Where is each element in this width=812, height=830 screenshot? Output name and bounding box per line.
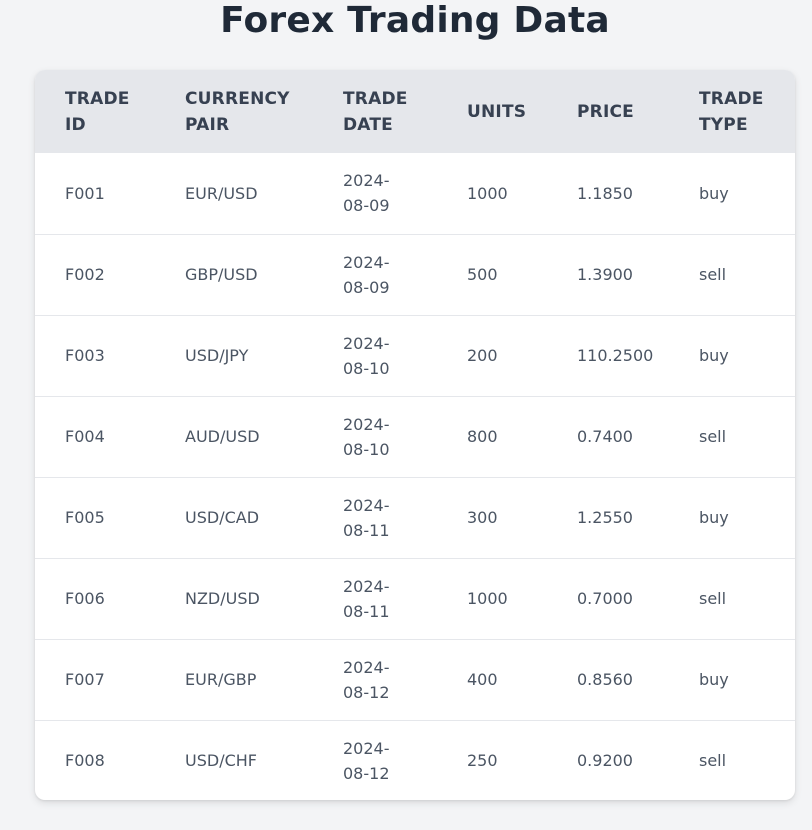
trade-date-month-day: 08-11	[343, 520, 390, 540]
trade-date-month-day: 08-09	[343, 277, 390, 297]
trade-id-cell: F002	[65, 265, 105, 284]
trade-date-year: 2024-	[343, 333, 390, 353]
units-cell: 1000	[467, 589, 508, 608]
trade-date-cell: 2024- 08-12	[313, 720, 437, 800]
column-header-units: Units	[467, 101, 527, 122]
column-header-price: Price	[577, 101, 634, 122]
currency-pair-cell: NZD/USD	[185, 589, 260, 608]
table-row: F006 NZD/USD 2024- 08-11 1000 0.7000 sell	[35, 558, 795, 639]
trade-date-cell: 2024- 08-09	[313, 234, 437, 315]
price-cell: 0.8560	[577, 670, 633, 689]
table-row: F003 USD/JPY 2024- 08-10 200 110.2500 buy	[35, 315, 795, 396]
currency-pair-cell: USD/CAD	[185, 508, 260, 527]
forex-trades-table-card: Trade ID Currency Pair Trade Date Units …	[35, 70, 795, 800]
trade-date-cell: 2024- 08-09	[313, 153, 437, 234]
table-row: F001 EUR/USD 2024- 08-09 1000 1.1850 buy	[35, 153, 795, 234]
trade-type-cell: sell	[699, 427, 727, 446]
column-header-trade-type: Trade Type	[699, 88, 764, 135]
units-cell: 1000	[467, 183, 508, 203]
trade-date-cell: 2024- 08-12	[313, 639, 437, 720]
trade-date-month-day: 08-09	[343, 196, 390, 216]
trade-id-cell: F004	[65, 427, 105, 446]
units-cell: 400	[467, 670, 498, 689]
column-header-trade-id: Trade ID	[65, 88, 130, 135]
currency-pair-cell: USD/JPY	[185, 346, 249, 365]
units-cell: 300	[467, 508, 498, 527]
units-cell: 250	[467, 751, 498, 771]
trade-date-month-day: 08-12	[343, 682, 390, 702]
table-row: F008 USD/CHF 2024- 08-12 250 0.9200 sell	[35, 720, 795, 800]
trade-id-cell: F008	[65, 751, 105, 771]
units-cell: 800	[467, 427, 498, 446]
table-row: F002 GBP/USD 2024- 08-09 500 1.3900 sell	[35, 234, 795, 315]
units-cell: 200	[467, 346, 498, 365]
currency-pair-cell: USD/CHF	[185, 751, 257, 771]
trade-id-cell: F001	[65, 183, 105, 203]
table-header: Trade ID Currency Pair Trade Date Units …	[35, 70, 795, 153]
currency-pair-cell: GBP/USD	[185, 265, 258, 284]
table-body: F001 EUR/USD 2024- 08-09 1000 1.1850 buy …	[35, 153, 795, 800]
trade-date-cell: 2024- 08-11	[313, 558, 437, 639]
trade-id-cell: F005	[65, 508, 105, 527]
page-title: Forex Trading Data	[220, 0, 610, 41]
currency-pair-cell: EUR/USD	[185, 183, 258, 203]
trade-type-cell: buy	[699, 183, 729, 203]
price-cell: 0.7000	[577, 589, 633, 608]
currency-pair-cell: AUD/USD	[185, 427, 260, 446]
trade-type-cell: buy	[699, 346, 729, 365]
price-cell: 1.3900	[577, 265, 633, 284]
trade-date-year: 2024-	[343, 495, 390, 515]
trade-type-cell: buy	[699, 670, 729, 689]
trade-date-cell: 2024- 08-10	[313, 396, 437, 477]
trade-date-cell: 2024- 08-11	[313, 477, 437, 558]
trade-type-cell: sell	[699, 751, 727, 771]
trade-type-cell: sell	[699, 265, 727, 284]
units-cell: 500	[467, 265, 498, 284]
table-row: F007 EUR/GBP 2024- 08-12 400 0.8560 buy	[35, 639, 795, 720]
trade-id-cell: F003	[65, 346, 105, 365]
trade-date-year: 2024-	[343, 252, 390, 272]
trade-date-year: 2024-	[343, 657, 390, 677]
trade-date-month-day: 08-10	[343, 358, 390, 378]
price-cell: 0.7400	[577, 427, 633, 446]
table-row: F004 AUD/USD 2024- 08-10 800 0.7400 sell	[35, 396, 795, 477]
trade-id-cell: F006	[65, 589, 105, 608]
trade-date-month-day: 08-10	[343, 439, 390, 459]
trade-type-cell: buy	[699, 508, 729, 527]
price-cell: 110.2500	[577, 346, 654, 365]
forex-trades-table: Trade ID Currency Pair Trade Date Units …	[35, 70, 795, 800]
column-header-trade-date: Trade Date	[343, 88, 408, 135]
price-cell: 1.1850	[577, 183, 633, 203]
trade-date-month-day: 08-11	[343, 601, 390, 621]
table-header-row: Trade ID Currency Pair Trade Date Units …	[35, 70, 795, 153]
currency-pair-cell: EUR/GBP	[185, 670, 257, 689]
price-cell: 0.9200	[577, 751, 633, 771]
trade-date-year: 2024-	[343, 171, 390, 191]
trade-type-cell: sell	[699, 589, 727, 608]
page: Forex Trading Data Trade ID Currency Pai…	[0, 0, 812, 830]
trade-date-year: 2024-	[343, 576, 390, 596]
price-cell: 1.2550	[577, 508, 633, 527]
trade-id-cell: F007	[65, 670, 105, 689]
column-header-currency-pair: Currency Pair	[185, 88, 290, 135]
table-row: F005 USD/CAD 2024- 08-11 300 1.2550 buy	[35, 477, 795, 558]
trade-date-month-day: 08-12	[343, 763, 390, 783]
trade-date-cell: 2024- 08-10	[313, 315, 437, 396]
trade-date-year: 2024-	[343, 414, 390, 434]
trade-date-year: 2024-	[343, 738, 390, 758]
